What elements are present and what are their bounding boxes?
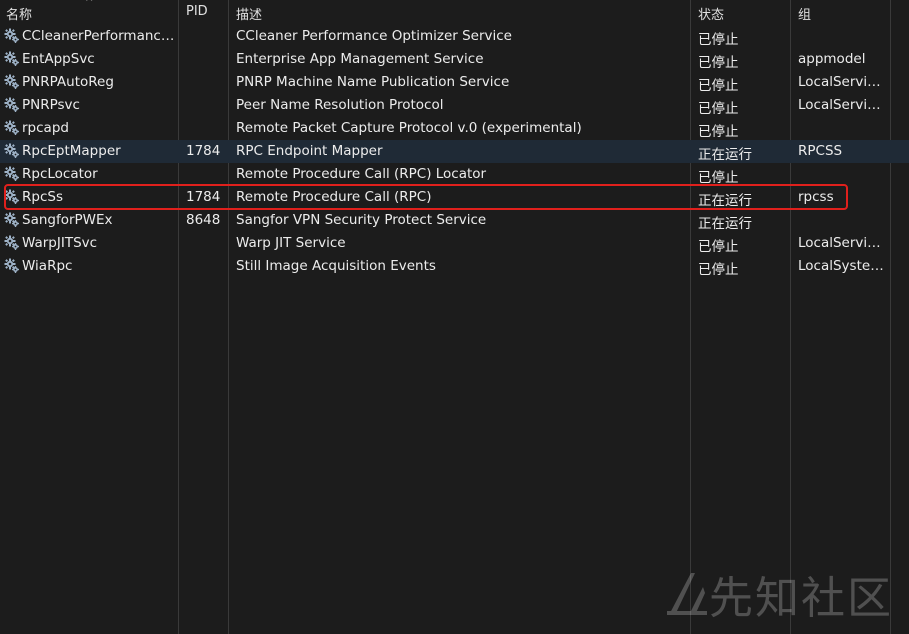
- column-header-name[interactable]: 名称: [6, 4, 32, 23]
- service-description: Enterprise App Management Service: [236, 51, 484, 67]
- service-group: LocalService...: [798, 74, 886, 90]
- gear-icon: [4, 51, 20, 67]
- table-row[interactable]: rpcapd Remote Packet Capture Protocol v.0…: [0, 117, 909, 140]
- service-pid: 8648: [186, 212, 221, 228]
- service-description: Peer Name Resolution Protocol: [236, 97, 444, 113]
- service-status: 正在运行: [698, 216, 752, 232]
- service-status: 已停止: [698, 55, 739, 71]
- gear-icon: [4, 97, 20, 113]
- service-description: Still Image Acquisition Events: [236, 258, 436, 274]
- service-name: SangforPWEx: [22, 212, 113, 228]
- table-row[interactable]: RpcLocator Remote Procedure Call (RPC) Lo…: [0, 163, 909, 186]
- gear-icon: [4, 235, 20, 251]
- table-row[interactable]: CCleanerPerformanceO... CCleaner Performa…: [0, 25, 909, 48]
- service-status: 已停止: [698, 101, 739, 117]
- service-status: 已停止: [698, 124, 739, 140]
- gear-icon: [4, 166, 20, 182]
- table-row[interactable]: PNRPsvc Peer Name Resolution Protocol 已停止 L…: [0, 94, 909, 117]
- gear-icon: [4, 74, 20, 90]
- service-description: RPC Endpoint Mapper: [236, 143, 383, 159]
- service-description: Remote Packet Capture Protocol v.0 (expe…: [236, 120, 582, 136]
- service-name: PNRPAutoReg: [22, 74, 114, 90]
- column-header-status[interactable]: 状态: [698, 4, 724, 23]
- highlight-annotation-box: [4, 184, 848, 210]
- logo-icon: [667, 573, 707, 615]
- service-description: Remote Procedure Call (RPC) Locator: [236, 166, 487, 182]
- services-list: CCleanerPerformanceO... CCleaner Performa…: [0, 25, 909, 278]
- watermark: 先知社区: [665, 562, 893, 626]
- service-group: LocalService...: [798, 97, 886, 113]
- service-description: Sangfor VPN Security Protect Service: [236, 212, 487, 228]
- service-name: EntAppSvc: [22, 51, 95, 67]
- column-header-group[interactable]: 组: [798, 4, 811, 23]
- service-status: 正在运行: [698, 147, 752, 163]
- service-name: WiaRpc: [22, 258, 73, 274]
- sort-ascending-icon: ^: [85, 0, 94, 8]
- service-group: appmodel: [798, 51, 866, 67]
- table-row[interactable]: PNRPAutoReg PNRP Machine Name Publication…: [0, 71, 909, 94]
- table-header: 名称 ^ PID 描述 状态 组: [0, 0, 909, 24]
- table-row[interactable]: WiaRpc Still Image Acquisition Events 已停止 L…: [0, 255, 909, 278]
- table-row[interactable]: RpcEptMapper 1784 RPC Endpoint Mapper 正在运行 R…: [0, 140, 909, 163]
- service-status: 已停止: [698, 239, 739, 255]
- service-pid: 1784: [186, 143, 221, 159]
- table-row[interactable]: WarpJITSvc Warp JIT Service 已停止 LocalServic…: [0, 232, 909, 255]
- service-name: RpcLocator: [22, 166, 98, 182]
- service-name: CCleanerPerformanceO...: [22, 28, 176, 44]
- service-name: RpcEptMapper: [22, 143, 121, 159]
- service-name: WarpJITSvc: [22, 235, 98, 251]
- gear-icon: [4, 258, 20, 274]
- service-description: CCleaner Performance Optimizer Service: [236, 28, 512, 44]
- gear-icon: [4, 28, 20, 44]
- service-group: LocalSystem...: [798, 258, 886, 274]
- gear-icon: [4, 143, 20, 159]
- service-name: rpcapd: [22, 120, 69, 136]
- gear-icon: [4, 212, 20, 228]
- column-header-description[interactable]: 描述: [236, 4, 262, 23]
- service-name: PNRPsvc: [22, 97, 80, 113]
- table-row[interactable]: SangforPWEx 8648 Sangfor VPN Security Prot…: [0, 209, 909, 232]
- gear-icon: [4, 120, 20, 136]
- service-status: 已停止: [698, 78, 739, 94]
- service-status: 已停止: [698, 32, 739, 48]
- table-row[interactable]: EntAppSvc Enterprise App Management Servi…: [0, 48, 909, 71]
- service-group: LocalService...: [798, 235, 886, 251]
- watermark-text: 先知社区: [709, 573, 893, 624]
- service-group: RPCSS: [798, 143, 843, 159]
- column-header-pid[interactable]: PID: [186, 4, 208, 19]
- service-description: PNRP Machine Name Publication Service: [236, 74, 510, 90]
- service-status: 已停止: [698, 262, 739, 278]
- services-window: 名称 ^ PID 描述 状态 组 CCleanerPerformanceO...…: [0, 0, 909, 634]
- service-status: 已停止: [698, 170, 739, 186]
- service-description: Warp JIT Service: [236, 235, 346, 251]
